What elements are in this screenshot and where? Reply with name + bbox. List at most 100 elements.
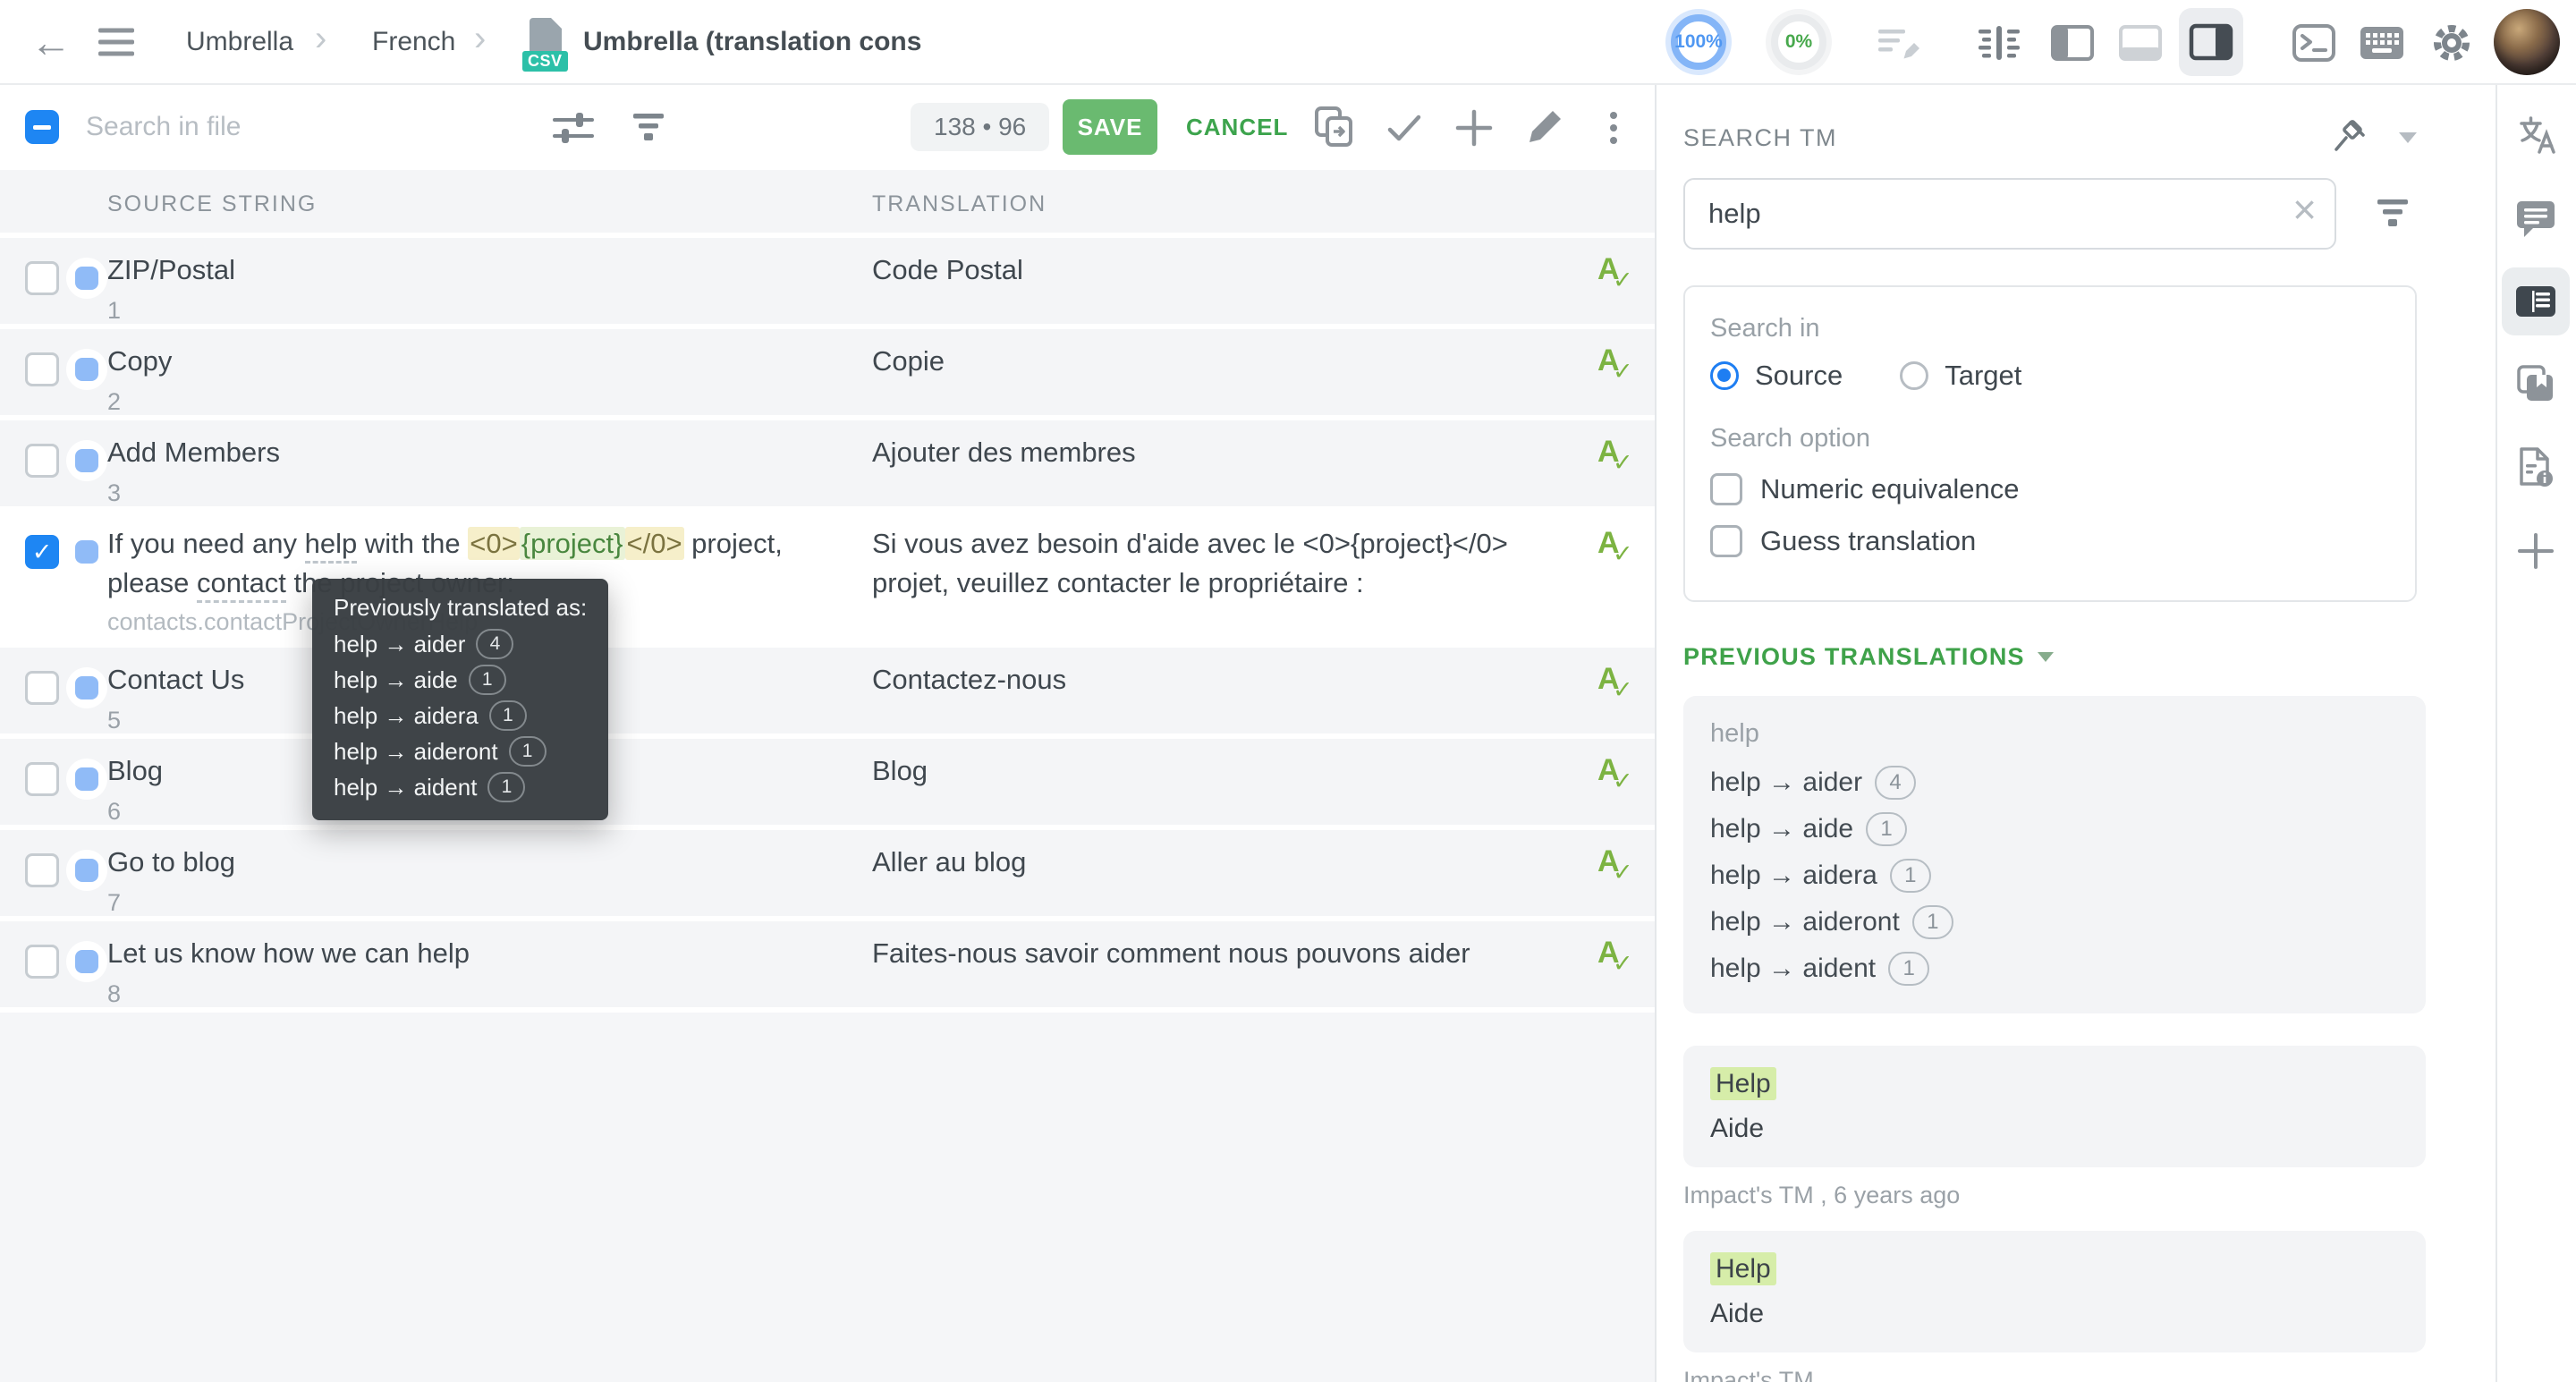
row-checkbox[interactable] bbox=[25, 945, 59, 979]
edit-icon[interactable] bbox=[1522, 106, 1565, 149]
spellcheck-icon[interactable]: A✓ bbox=[1597, 936, 1639, 980]
sidebar-item-comments[interactable] bbox=[2502, 184, 2570, 252]
comfortable-view-icon[interactable] bbox=[1977, 22, 2021, 64]
search-in-file-input[interactable] bbox=[86, 101, 470, 153]
table-row[interactable]: Go to blog7Aller au blogA✓ bbox=[0, 830, 1655, 921]
breadcrumb-project[interactable]: Umbrella bbox=[186, 27, 293, 57]
editor-toolbar: 138 • 96 SAVE CANCEL bbox=[0, 85, 1655, 170]
cancel-button[interactable]: CANCEL bbox=[1186, 85, 1288, 170]
tm-search-input[interactable] bbox=[1683, 178, 2336, 250]
table-row[interactable]: ✓If you need any help with the <0>{proje… bbox=[0, 512, 1655, 648]
pin-icon[interactable] bbox=[2329, 119, 2367, 157]
terminal-icon[interactable] bbox=[2292, 23, 2336, 63]
table-row[interactable]: Contact Us5Contactez-nousA✓ bbox=[0, 648, 1655, 739]
sidebar-item-translations[interactable] bbox=[2502, 101, 2570, 169]
row-checkbox[interactable] bbox=[25, 352, 59, 386]
previous-translation-item[interactable]: help → aideront1 bbox=[334, 733, 587, 769]
table-row[interactable]: Let us know how we can help8Faites-nous … bbox=[0, 921, 1655, 1013]
count-badge: 1 bbox=[1866, 812, 1907, 846]
back-icon[interactable]: ← bbox=[30, 21, 72, 63]
sidebar-item-file-info[interactable] bbox=[2502, 434, 2570, 502]
left-panel-layout-icon[interactable] bbox=[2050, 23, 2095, 63]
bottom-panel-layout-icon[interactable] bbox=[2118, 23, 2163, 63]
breadcrumb-file-name[interactable]: Umbrella (translation consist… bbox=[583, 27, 923, 57]
previous-translation-item[interactable]: help → aident1 bbox=[1710, 945, 2399, 992]
status-dot bbox=[75, 767, 98, 791]
numeric-equivalence-checkbox[interactable] bbox=[1710, 473, 1742, 505]
spell-checkmark: ✓ bbox=[1613, 358, 1633, 386]
menu-icon[interactable] bbox=[98, 28, 134, 55]
radio-target-label[interactable]: Target bbox=[1945, 360, 2021, 392]
right-panel-layout-toggle[interactable] bbox=[2179, 8, 2243, 76]
row-checkbox[interactable] bbox=[25, 671, 59, 705]
table-row[interactable]: ZIP/Postal1Code PostalA✓ bbox=[0, 238, 1655, 329]
term-label: help bbox=[1710, 719, 2399, 749]
spellcheck-icon[interactable]: A✓ bbox=[1597, 435, 1639, 479]
numeric-equivalence-option[interactable]: Numeric equivalence bbox=[1710, 473, 2390, 505]
row-checkbox[interactable] bbox=[25, 261, 59, 295]
add-string-icon[interactable] bbox=[1454, 108, 1494, 148]
tm-suggestion-card[interactable]: HelpAide bbox=[1683, 1046, 2426, 1167]
table-row[interactable]: Blog6BlogA✓ bbox=[0, 739, 1655, 830]
translation-pair: help → aideront bbox=[334, 738, 498, 766]
radio-target[interactable] bbox=[1900, 361, 1928, 390]
row-checkbox[interactable] bbox=[25, 762, 59, 796]
previous-translation-item[interactable]: help → aider4 bbox=[1710, 759, 2399, 806]
term-summary-items: help → aider4help → aide1help → aidera1h… bbox=[1710, 759, 2399, 992]
guess-translation-option[interactable]: Guess translation bbox=[1710, 525, 2390, 557]
search-option-label: Search option bbox=[1710, 424, 2390, 454]
previous-translation-item[interactable]: help → aidera1 bbox=[1710, 852, 2399, 899]
clear-search-icon[interactable]: × bbox=[2292, 189, 2317, 230]
sidebar-item-translation-memory[interactable] bbox=[2502, 267, 2570, 335]
sidebar-item-glossary[interactable] bbox=[2502, 351, 2570, 419]
previous-translation-item[interactable]: help → aider4 bbox=[334, 626, 587, 662]
breadcrumb-language[interactable]: French bbox=[372, 27, 455, 57]
spellcheck-icon[interactable]: A✓ bbox=[1597, 662, 1639, 707]
status-dot bbox=[75, 540, 98, 564]
row-checkbox[interactable] bbox=[25, 853, 59, 887]
placeholder-token: <0> bbox=[468, 527, 519, 560]
spellcheck-icon[interactable]: A✓ bbox=[1597, 252, 1639, 297]
approved-progress-badge[interactable]: 0% bbox=[1771, 14, 1826, 70]
spellcheck-icon[interactable]: A✓ bbox=[1597, 526, 1639, 571]
more-options-icon[interactable] bbox=[1606, 108, 1621, 148]
term-highlight[interactable]: contact bbox=[197, 567, 286, 603]
table-row[interactable]: Copy2CopieA✓ bbox=[0, 329, 1655, 420]
tm-filter-icon[interactable] bbox=[2370, 196, 2415, 232]
sidebar-item-add-panel[interactable] bbox=[2502, 517, 2570, 585]
save-button[interactable]: SAVE bbox=[1063, 99, 1157, 155]
previous-translation-item[interactable]: help → aide1 bbox=[1710, 806, 2399, 852]
term-highlight[interactable]: help bbox=[305, 528, 358, 564]
row-checkbox[interactable]: ✓ bbox=[25, 535, 59, 569]
radio-source-label[interactable]: Source bbox=[1755, 360, 1843, 392]
filter-icon[interactable] bbox=[626, 110, 671, 146]
text-segment: project, bbox=[684, 528, 783, 559]
copy-source-icon[interactable] bbox=[1311, 105, 1356, 149]
chevron-down-icon[interactable] bbox=[2399, 132, 2417, 143]
previous-translation-item[interactable]: help → aident1 bbox=[334, 769, 587, 805]
spellcheck-icon[interactable]: A✓ bbox=[1597, 343, 1639, 388]
translation-column-header: TRANSLATION bbox=[872, 170, 1046, 238]
keyboard-icon[interactable] bbox=[2360, 25, 2404, 61]
table-row[interactable]: Add Members3Ajouter des membresA✓ bbox=[0, 420, 1655, 512]
previous-translations-toggle[interactable]: PREVIOUS TRANSLATIONS bbox=[1683, 643, 2496, 671]
row-checkbox[interactable] bbox=[25, 444, 59, 478]
tm-suggestion-card[interactable]: HelpAide bbox=[1683, 1231, 2426, 1352]
translation-pair: help → aident bbox=[334, 774, 477, 801]
advanced-filter-icon[interactable] bbox=[551, 108, 596, 148]
translated-progress-badge[interactable]: 100% bbox=[1671, 14, 1726, 70]
gear-icon[interactable] bbox=[2429, 21, 2474, 64]
previous-translation-item[interactable]: help → aideront1 bbox=[1710, 899, 2399, 945]
select-all-checkbox[interactable] bbox=[25, 110, 59, 144]
avatar[interactable] bbox=[2494, 9, 2560, 75]
spellcheck-icon[interactable]: A✓ bbox=[1597, 844, 1639, 889]
radio-source[interactable] bbox=[1710, 361, 1739, 390]
guess-translation-checkbox[interactable] bbox=[1710, 525, 1742, 557]
text-segment: Go to blog bbox=[107, 846, 235, 878]
spellcheck-icon[interactable]: A✓ bbox=[1597, 753, 1639, 798]
previous-translation-item[interactable]: help → aide1 bbox=[334, 662, 587, 698]
approve-icon[interactable] bbox=[1385, 110, 1424, 146]
previous-translation-item[interactable]: help → aidera1 bbox=[334, 698, 587, 733]
status-dot bbox=[75, 449, 98, 472]
spell-checkmark: ✓ bbox=[1613, 767, 1633, 795]
